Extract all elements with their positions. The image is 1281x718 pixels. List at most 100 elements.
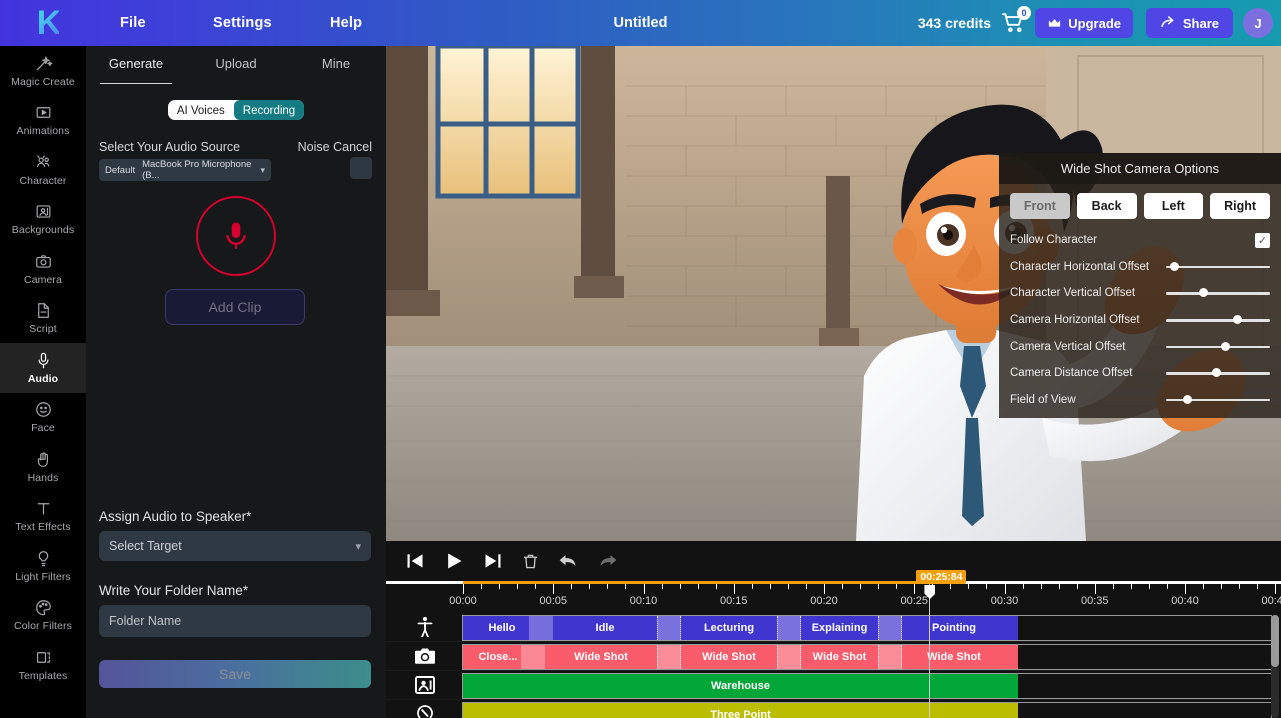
rail-item-animations[interactable]: Animations xyxy=(0,96,86,146)
slider-knob[interactable] xyxy=(1233,315,1242,324)
timeline-clip[interactable]: Three Point xyxy=(463,703,1018,718)
clip-transition[interactable] xyxy=(777,616,801,640)
rail-item-face[interactable]: Face xyxy=(0,393,86,443)
camera-sliders: Character Horizontal OffsetCharacter Ver… xyxy=(999,254,1281,414)
lighting-icon[interactable] xyxy=(413,702,437,718)
avatar[interactable]: J xyxy=(1243,8,1273,38)
timeline-clip[interactable]: Lecturing xyxy=(669,616,789,640)
timeline-clip[interactable]: Pointing xyxy=(890,616,1018,640)
save-button[interactable]: Save xyxy=(99,660,371,688)
rail-item-templates[interactable]: Templates xyxy=(0,640,86,690)
image-frame-solid-icon[interactable] xyxy=(413,673,437,697)
camera-dir-left[interactable]: Left xyxy=(1144,193,1204,219)
timeline: 00:0000:0500:1000:1500:2000:2500:3000:35… xyxy=(386,541,1281,718)
rail-item-label: Face xyxy=(31,422,55,434)
clip-transition[interactable] xyxy=(878,645,902,669)
timeline-clip[interactable]: Explaining xyxy=(789,616,890,640)
ruler-tick xyxy=(716,584,717,590)
timeline-ruler[interactable]: 00:0000:0500:1000:1500:2000:2500:3000:35… xyxy=(386,581,1281,613)
camera-slider-character-vertical-offset[interactable] xyxy=(1166,288,1270,298)
rail-item-audio[interactable]: Audio xyxy=(0,343,86,393)
track-lane[interactable]: Three Point xyxy=(462,702,1272,718)
camera-dir-right[interactable]: Right xyxy=(1210,193,1270,219)
camera-icon xyxy=(34,252,53,271)
slider-track xyxy=(1166,319,1270,322)
camera-slider-camera-vertical-offset[interactable] xyxy=(1166,342,1270,352)
track-lane[interactable]: HelloIdleLecturingExplainingPointing xyxy=(462,615,1272,641)
audio-source-select[interactable]: Default MacBook Pro Microphone (B... ▾ xyxy=(99,159,271,181)
jump-to-end-button[interactable] xyxy=(482,551,504,571)
rail-item-light-filters[interactable]: Light Filters xyxy=(0,541,86,591)
rail-item-label: Backgrounds xyxy=(12,224,74,236)
clip-transition[interactable] xyxy=(529,616,553,640)
share-button[interactable]: Share xyxy=(1146,8,1233,38)
top-bar: K File Settings Help Untitled 343 credit… xyxy=(0,0,1281,46)
track-lane[interactable]: Close...Wide ShotWide ShotWide ShotWide … xyxy=(462,644,1272,670)
redo-arrow-icon xyxy=(597,551,619,571)
slider-knob[interactable] xyxy=(1183,395,1192,404)
clip-transition[interactable] xyxy=(657,616,681,640)
rail-item-hands[interactable]: Hands xyxy=(0,442,86,492)
timeline-clip[interactable]: Wide Shot xyxy=(669,645,789,669)
clip-transition[interactable] xyxy=(657,645,681,669)
add-clip-button[interactable]: Add Clip xyxy=(165,289,305,325)
rail-item-color-filters[interactable]: Color Filters xyxy=(0,591,86,641)
camera-slider-camera-distance-offset[interactable] xyxy=(1166,368,1270,378)
rail-item-text-effects[interactable]: Text Effects xyxy=(0,492,86,542)
slider-knob[interactable] xyxy=(1199,288,1208,297)
clip-transition[interactable] xyxy=(777,645,801,669)
slider-knob[interactable] xyxy=(1212,368,1221,377)
tab-upload[interactable]: Upload xyxy=(186,46,286,80)
rail-item-script[interactable]: Script xyxy=(0,294,86,344)
timeline-clip[interactable]: Wide Shot xyxy=(789,645,890,669)
timeline-clip[interactable]: Warehouse xyxy=(463,674,1018,698)
slider-knob[interactable] xyxy=(1221,342,1230,351)
timeline-clip[interactable]: Wide Shot xyxy=(890,645,1018,669)
lighting-track: Three Point xyxy=(386,700,1281,718)
rail-item-magic-create[interactable]: Magic Create xyxy=(0,46,86,96)
person-standing-icon[interactable] xyxy=(413,615,437,639)
upgrade-label: Upgrade xyxy=(1068,16,1121,31)
microphone-record-icon xyxy=(219,219,253,253)
slider-knob[interactable] xyxy=(1170,262,1179,271)
ruler-tick xyxy=(878,584,879,590)
undo-arrow-icon xyxy=(557,551,579,571)
undo-button[interactable] xyxy=(557,551,579,571)
segment-recording[interactable]: Recording xyxy=(234,100,304,120)
play-button[interactable] xyxy=(444,551,464,571)
timeline-tracks: HelloIdleLecturingExplainingPointing Clos… xyxy=(386,613,1281,718)
timeline-clip[interactable]: Idle xyxy=(541,616,669,640)
noise-cancel-toggle[interactable] xyxy=(350,157,372,179)
slider-track xyxy=(1166,292,1270,295)
camera-solid-icon[interactable] xyxy=(413,644,437,668)
upgrade-button[interactable]: Upgrade xyxy=(1035,8,1133,38)
rail-item-camera[interactable]: Camera xyxy=(0,244,86,294)
camera-slider-camera-horizontal-offset[interactable] xyxy=(1166,315,1270,325)
timeline-clip[interactable]: Wide Shot xyxy=(533,645,669,669)
cart-button[interactable]: 0 xyxy=(1001,10,1029,38)
camera-slider-character-horizontal-offset[interactable] xyxy=(1166,262,1270,272)
ruler-label: 00:20 xyxy=(810,595,838,607)
ruler-active-range xyxy=(463,581,921,584)
track-lane[interactable]: Warehouse xyxy=(462,673,1272,699)
jump-to-start-button[interactable] xyxy=(404,551,426,571)
document-icon xyxy=(34,301,53,320)
redo-button[interactable] xyxy=(597,551,619,571)
assign-target-select[interactable]: Select Target ▾ xyxy=(99,531,371,561)
camera-dir-back[interactable]: Back xyxy=(1077,193,1137,219)
record-button[interactable] xyxy=(196,196,276,276)
delete-button[interactable] xyxy=(522,552,539,571)
camera-slider-field-of-view[interactable] xyxy=(1166,395,1270,405)
follow-character-checkbox[interactable]: ✓ xyxy=(1255,233,1270,248)
tab-mine[interactable]: Mine xyxy=(286,46,386,80)
clip-transition[interactable] xyxy=(521,645,545,669)
tab-generate[interactable]: Generate xyxy=(86,46,186,80)
camera-dir-front[interactable]: Front xyxy=(1010,193,1070,219)
camera-slider-row: Character Horizontal Offset xyxy=(999,254,1281,281)
rail-item-backgrounds[interactable]: Backgrounds xyxy=(0,195,86,245)
timeline-scrollbar-thumb[interactable] xyxy=(1271,615,1279,667)
clip-transition[interactable] xyxy=(878,616,902,640)
segment-ai-voices[interactable]: AI Voices xyxy=(168,100,234,120)
rail-item-character[interactable]: Character xyxy=(0,145,86,195)
folder-name-input[interactable] xyxy=(99,605,371,637)
